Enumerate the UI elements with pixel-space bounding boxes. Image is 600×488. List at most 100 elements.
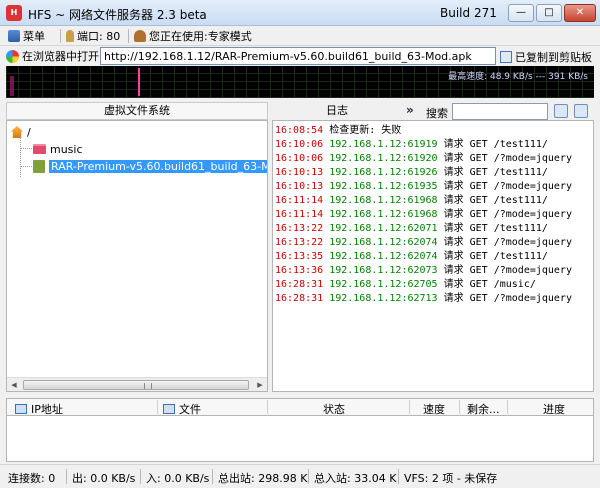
mode-button[interactable]: 您正在使用:专家模式	[134, 28, 252, 44]
status-total-out: 总出站: 298.98 K	[218, 472, 308, 485]
horizontal-scrollbar[interactable]: ◀ ▶	[7, 377, 267, 391]
column-divider[interactable]	[157, 400, 158, 414]
log-text: 检查更新: 失败	[329, 125, 402, 136]
status-connections: 连接数: 0	[8, 472, 56, 485]
status-vfs[interactable]: VFS: 2 项 - 未保存	[404, 470, 497, 486]
vfs-tree[interactable]: / music RAR-Premium-v5.60.build61_build_…	[6, 120, 268, 392]
menu-button[interactable]: 菜单	[8, 28, 45, 44]
log-line: 16:13:35 192.168.1.12:62074 请求 GET /test…	[275, 250, 548, 264]
log-time: 16:08:54	[275, 125, 324, 136]
search-options-icon[interactable]	[554, 104, 568, 118]
copied-to-clipboard: 已复制到剪贴板	[500, 49, 592, 65]
log-time: 16:13:35	[275, 251, 324, 262]
column-divider[interactable]	[409, 400, 410, 414]
open-in-browser-button[interactable]: 在浏览器中打开	[6, 48, 99, 64]
url-field[interactable]	[100, 47, 496, 65]
column-file[interactable]: 文件	[163, 401, 201, 417]
menu-icon	[8, 30, 20, 42]
vfs-panel-header: 虚拟文件系统	[6, 102, 268, 120]
tree-connector	[20, 148, 32, 149]
log-search-input[interactable]	[452, 103, 548, 120]
log-line: 16:11:14 192.168.1.12:61968 请求 GET /test…	[275, 194, 548, 208]
log-time: 16:28:31	[275, 293, 324, 304]
log-title: 日志	[326, 104, 348, 117]
tree-root-label: /	[27, 125, 31, 139]
status-divider	[140, 469, 141, 484]
log-text: 请求 GET /?mode=jquery	[443, 293, 572, 304]
log-time: 16:28:31	[275, 279, 324, 290]
max-speed-label: 最高速度: 48.9 KB/s --- 391 KB/s	[448, 72, 588, 82]
app-logo-icon: H	[6, 5, 22, 21]
folder-icon	[33, 144, 46, 154]
log-time: 16:13:36	[275, 265, 324, 276]
port-button[interactable]: 端口: 80	[66, 28, 120, 44]
log-ip: 192.168.1.12:61935	[329, 181, 438, 192]
close-button[interactable]: ✕	[564, 4, 596, 22]
status-out-speed: 出: 0.0 KB/s	[72, 472, 136, 485]
log-time: 16:10:06	[275, 153, 324, 164]
log-line: 16:13:22 192.168.1.12:62071 请求 GET /test…	[275, 222, 548, 236]
scroll-right-icon[interactable]: ▶	[253, 378, 267, 392]
copy-log-icon[interactable]	[574, 104, 588, 118]
log-view[interactable]: 16:08:54 检查更新: 失败 16:10:06 192.168.1.12:…	[272, 120, 594, 392]
toolbar: 菜单 端口: 80 您正在使用:专家模式	[0, 26, 600, 46]
clipboard-icon	[500, 51, 512, 63]
status-divider	[308, 469, 309, 484]
minimize-button[interactable]: —	[508, 4, 534, 22]
scrollbar-thumb[interactable]	[23, 380, 249, 390]
bandwidth-graph: 最高速度: 48.9 KB/s --- 391 KB/s	[6, 66, 594, 98]
user-mode-icon	[134, 30, 146, 42]
mode-label: 您正在使用:专家模式	[149, 30, 252, 43]
graph-trace	[138, 68, 140, 96]
status-total-in: 总入站: 33.04 K	[314, 472, 397, 485]
log-text: 请求 GET /test111/	[443, 195, 548, 206]
port-label: 端口: 80	[77, 30, 121, 43]
column-speed[interactable]: 速度	[423, 401, 445, 417]
log-ip: 192.168.1.12:62074	[329, 237, 438, 248]
column-ip[interactable]: IP地址	[15, 401, 63, 417]
log-time: 16:11:14	[275, 209, 324, 220]
log-text: 请求 GET /?mode=jquery	[443, 237, 572, 248]
tree-item-music[interactable]: music	[33, 141, 83, 157]
column-remaining[interactable]: 剩余...	[467, 401, 500, 417]
column-status[interactable]: 状态	[323, 401, 345, 417]
column-divider[interactable]	[459, 400, 460, 414]
log-line: 16:08:54 检查更新: 失败	[275, 124, 401, 138]
connections-list[interactable]	[6, 416, 594, 462]
log-text: 请求 GET /?mode=jquery	[443, 265, 572, 276]
file-column-icon	[163, 404, 175, 414]
title-bar: H HFS ~ 网络文件服务器 2.3 beta Build 271 — □ ✕	[0, 0, 600, 26]
column-status-label: 状态	[323, 403, 345, 416]
tree-item-label: RAR-Premium-v5.60.build61_build_63-Mod.a…	[49, 159, 267, 173]
copied-label: 已复制到剪贴板	[515, 51, 592, 64]
log-time: 16:13:22	[275, 223, 324, 234]
log-line: 16:13:22 192.168.1.12:62074 请求 GET /?mod…	[275, 236, 572, 250]
column-divider[interactable]	[507, 400, 508, 414]
column-progress[interactable]: 进度	[543, 401, 565, 417]
column-progress-label: 进度	[543, 403, 565, 416]
column-speed-label: 速度	[423, 403, 445, 416]
log-line: 16:10:13 192.168.1.12:61935 请求 GET /?mod…	[275, 180, 572, 194]
browser-icon	[6, 49, 19, 63]
column-file-label: 文件	[179, 403, 201, 416]
home-icon	[11, 126, 23, 138]
log-line: 16:10:06 192.168.1.12:61919 请求 GET /test…	[275, 138, 548, 152]
log-line: 16:13:36 192.168.1.12:62073 请求 GET /?mod…	[275, 264, 572, 278]
log-text: 请求 GET /music/	[443, 279, 536, 290]
status-bar: 连接数: 0 出: 0.0 KB/s 入: 0.0 KB/s 总出站: 298.…	[0, 464, 600, 488]
connections-table-header: IP地址 文件 状态 速度 剩余... 进度	[6, 398, 594, 416]
maximize-button[interactable]: □	[536, 4, 562, 22]
grip-icon	[144, 383, 152, 389]
column-divider[interactable]	[267, 400, 268, 414]
log-ip: 192.168.1.12:61926	[329, 167, 438, 178]
log-text: 请求 GET /?mode=jquery	[443, 153, 572, 164]
log-text: 请求 GET /test111/	[443, 167, 548, 178]
scroll-left-icon[interactable]: ◀	[7, 378, 21, 392]
window-title: HFS ~ 网络文件服务器 2.3 beta	[28, 8, 207, 22]
log-ip: 192.168.1.12:62073	[329, 265, 438, 276]
column-ip-label: IP地址	[31, 403, 63, 416]
expand-log-button[interactable]: »	[406, 103, 414, 117]
monitor-icon	[15, 404, 27, 414]
tree-item-apk[interactable]: RAR-Premium-v5.60.build61_build_63-Mod.a…	[33, 158, 267, 174]
log-text: 请求 GET /?mode=jquery	[443, 209, 572, 220]
